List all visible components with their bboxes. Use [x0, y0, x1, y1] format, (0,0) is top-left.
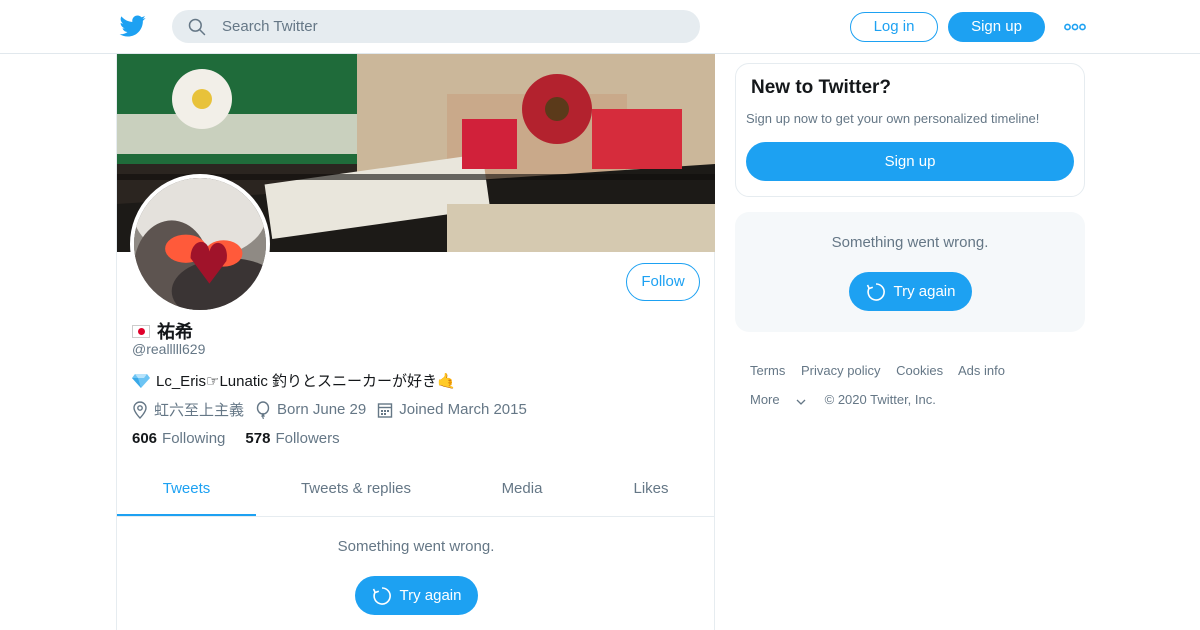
footer-more-label: More — [750, 392, 780, 407]
footer: Terms Privacy policy Cookies Ads info Mo… — [750, 363, 1017, 407]
footer-link-ads-info[interactable]: Ads info — [958, 363, 1005, 378]
tab-media[interactable]: Media — [482, 469, 562, 516]
followers-label[interactable]: Followers — [275, 430, 339, 447]
footer-row-2: More © 2020 Twitter, Inc. — [750, 392, 1017, 407]
sidebar-signup-button[interactable]: Sign up — [746, 142, 1074, 181]
birthday-text: Born June 29 — [277, 401, 367, 418]
footer-link-cookies[interactable]: Cookies — [896, 363, 943, 378]
refresh-icon — [372, 586, 391, 605]
profile-stats: 606 Following 578 Followers — [132, 430, 360, 447]
profile-tabs: Tweets Tweets & replies Media Likes — [117, 469, 715, 517]
refresh-icon — [866, 282, 885, 301]
new-to-twitter-card: New to Twitter? Sign up now to get your … — [735, 63, 1085, 197]
more-dots-icon[interactable] — [1064, 22, 1086, 32]
chevron-down-icon — [796, 399, 806, 405]
balloon-icon — [256, 400, 270, 419]
try-again-button[interactable]: Try again — [355, 576, 478, 615]
tab-likes[interactable]: Likes — [617, 469, 685, 516]
japan-flag-icon — [132, 324, 150, 338]
sidebar-try-again-label: Try again — [893, 283, 956, 300]
birthday-item: Born June 29 — [255, 400, 367, 419]
follow-button[interactable]: Follow — [626, 263, 700, 301]
following-label[interactable]: Following — [162, 430, 225, 447]
gem-icon — [132, 373, 150, 388]
top-navigation-bar: Log in Sign up — [0, 0, 1200, 54]
signup-button[interactable]: Sign up — [948, 12, 1045, 42]
footer-links: Terms Privacy policy Cookies Ads info — [750, 363, 1017, 378]
footer-link-privacy[interactable]: Privacy policy — [801, 363, 880, 378]
search-box[interactable] — [172, 10, 700, 43]
location-pin-icon — [133, 400, 147, 419]
footer-copyright: © 2020 Twitter, Inc. — [824, 392, 936, 407]
new-to-twitter-subtitle: Sign up now to get your own personalized… — [746, 111, 1040, 126]
profile-bio: Lc_Eris☞Lunatic 釣りとスニーカーが好き🤙 — [132, 370, 456, 391]
joined-text: Joined March 2015 — [399, 401, 527, 418]
profile-avatar[interactable] — [130, 174, 270, 314]
profile-meta: 虹六至上主義 Born June 29 Joined March 2015 — [132, 399, 538, 420]
search-icon — [188, 18, 206, 36]
tab-tweets-replies[interactable]: Tweets & replies — [281, 469, 431, 516]
profile-handle: @realllll629 — [132, 341, 206, 357]
timeline-error-message: Something went wrong. — [337, 538, 495, 555]
bio-text: Lc_Eris☞Lunatic 釣りとスニーカーが好き🤙 — [156, 373, 456, 390]
joined-item: Joined March 2015 — [377, 401, 527, 419]
sidebar-try-again-button[interactable]: Try again — [849, 272, 972, 311]
sidebar-error-card: Something went wrong. Try again — [735, 212, 1085, 332]
followers-count[interactable]: 578 — [245, 430, 270, 447]
footer-more[interactable]: More — [750, 392, 807, 407]
search-input[interactable] — [222, 10, 682, 43]
location-item: 虹六至上主義 — [132, 399, 244, 420]
try-again-label: Try again — [399, 587, 462, 604]
new-to-twitter-title: New to Twitter? — [751, 77, 892, 98]
tab-tweets[interactable]: Tweets — [117, 469, 256, 516]
profile-column: Follow 祐希 @realllll629 Lc_Eris☞Lunatic 釣… — [116, 54, 715, 630]
footer-link-terms[interactable]: Terms — [750, 363, 785, 378]
location-text: 虹六至上主義 — [154, 402, 245, 419]
following-count[interactable]: 606 — [132, 430, 157, 447]
sidebar-error-message: Something went wrong. — [831, 234, 989, 251]
calendar-icon — [378, 402, 393, 418]
twitter-bird-icon[interactable] — [119, 13, 147, 39]
login-button[interactable]: Log in — [850, 12, 938, 42]
